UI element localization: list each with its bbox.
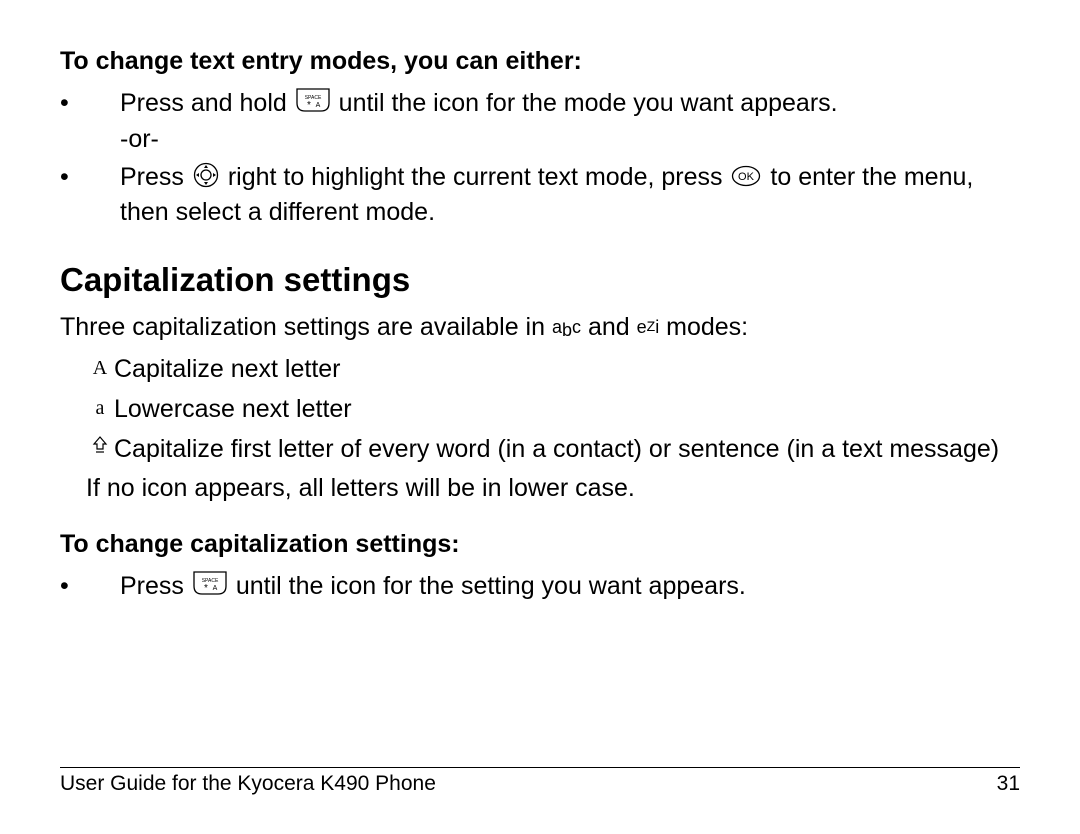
star-key-icon: SPACE * A xyxy=(296,88,330,121)
star-key-icon: SPACE * A xyxy=(193,571,227,604)
cap-item-lower: a Lowercase next letter xyxy=(86,393,1020,427)
text: Press and hold xyxy=(120,89,294,117)
text: and xyxy=(588,313,637,341)
text: Three capitalization settings are availa… xyxy=(60,313,552,341)
manual-page: To change text entry modes, you can eith… xyxy=(0,0,1080,834)
svg-text:*: * xyxy=(204,583,208,594)
capitalization-intro: Three capitalization settings are availa… xyxy=(60,311,1020,344)
change-modes-heading: To change text entry modes, you can eith… xyxy=(60,46,1020,77)
svg-text:A: A xyxy=(315,102,320,109)
text: Capitalize first letter of every word (i… xyxy=(114,433,1020,467)
text: Capitalize next letter xyxy=(114,353,1020,387)
svg-text:OK: OK xyxy=(739,171,756,183)
text: modes: xyxy=(666,313,748,341)
text: Press xyxy=(120,163,191,191)
cap-item-wordcap: Capitalize first letter of every word (i… xyxy=(86,433,1020,467)
or-text: -or- xyxy=(120,123,1020,156)
ok-key-icon: OK xyxy=(731,163,761,196)
capitalization-heading: Capitalization settings xyxy=(60,261,1020,299)
text: Lowercase next letter xyxy=(114,393,1020,427)
svg-text:*: * xyxy=(307,100,311,111)
change-cap-list: Press SPACE * A until the icon for the s… xyxy=(60,570,1020,604)
page-number: 31 xyxy=(997,772,1020,796)
footer-title: User Guide for the Kyocera K490 Phone xyxy=(60,772,436,796)
svg-text:A: A xyxy=(213,585,218,592)
ezi-mode-icon: eZi xyxy=(637,316,660,339)
change-cap-item-1: Press SPACE * A until the icon for the s… xyxy=(60,570,1020,604)
shift-up-icon xyxy=(86,433,114,455)
cap-item-upper: A Capitalize next letter xyxy=(86,353,1020,387)
text: Press xyxy=(120,572,191,600)
text: until the icon for the setting you want … xyxy=(236,572,746,600)
text: right to highlight the current text mode… xyxy=(228,163,730,191)
capitalization-note: If no icon appears, all letters will be … xyxy=(86,472,1020,505)
change-modes-list: Press and hold SPACE * A until the icon … xyxy=(60,87,1020,228)
capitalization-list: A Capitalize next letter a Lowercase nex… xyxy=(86,353,1020,466)
change-modes-item-2: Press right to highlight the current tex… xyxy=(60,161,1020,228)
change-cap-heading: To change capitalization settings: xyxy=(60,529,1020,560)
page-footer: User Guide for the Kyocera K490 Phone 31 xyxy=(60,767,1020,796)
cap-letter-lower-icon: a xyxy=(86,393,114,422)
change-modes-item-1: Press and hold SPACE * A until the icon … xyxy=(60,87,1020,155)
abc-mode-icon: abc xyxy=(552,316,581,339)
text: until the icon for the mode you want app… xyxy=(339,89,838,117)
cap-letter-upper-icon: A xyxy=(86,353,114,382)
nav-ring-icon xyxy=(193,162,219,197)
